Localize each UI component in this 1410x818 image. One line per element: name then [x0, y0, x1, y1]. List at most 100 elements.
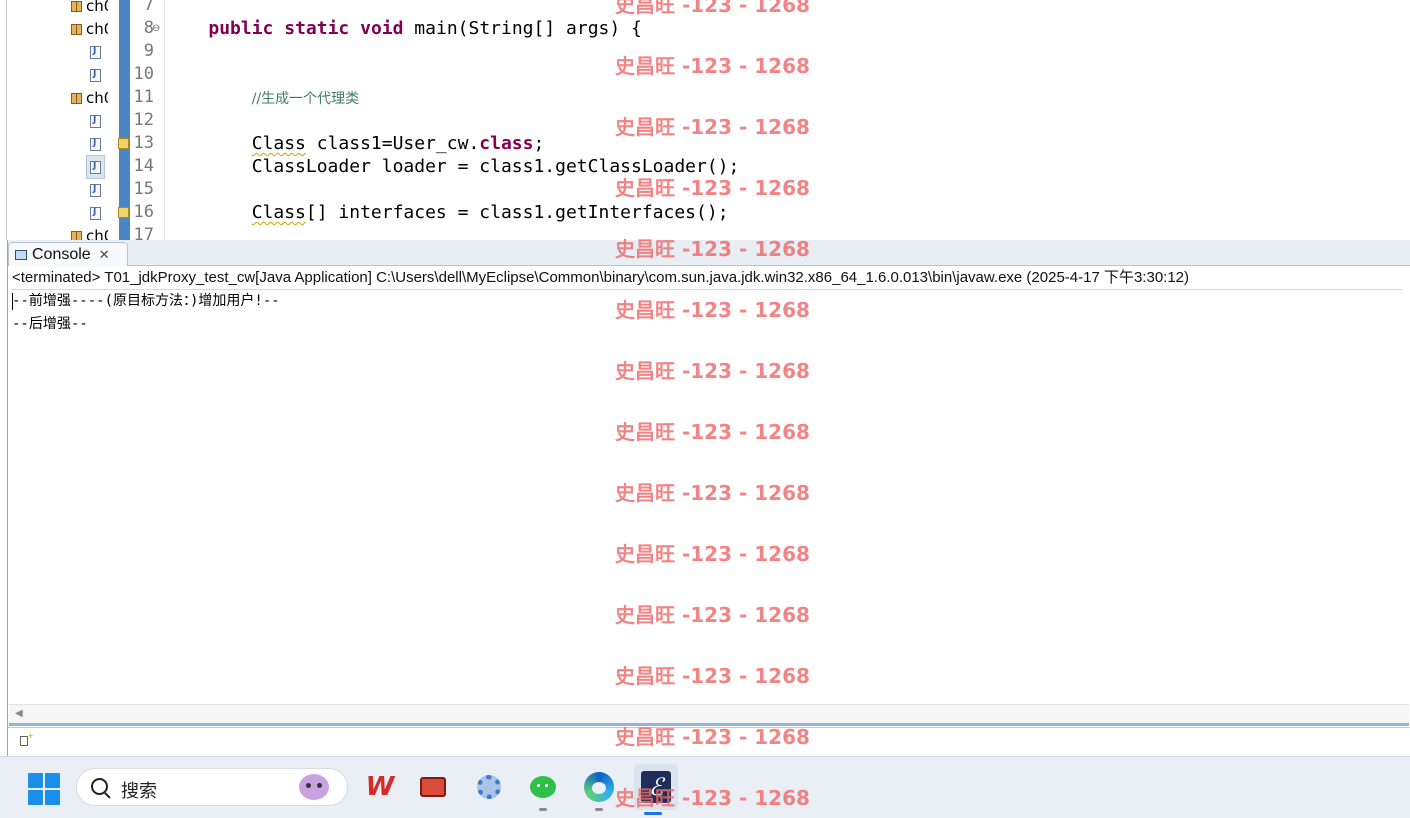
- code-token: class1=User_cw.: [305, 133, 480, 154]
- taskbar-app-myeclipse[interactable]: ℰ: [634, 764, 678, 815]
- java-file-icon: [90, 160, 101, 174]
- tree-item-java-file[interactable]: [86, 155, 105, 179]
- code-token: ;: [533, 133, 545, 154]
- taskbar-app-wechat[interactable]: [524, 768, 562, 811]
- package-icon: [70, 92, 83, 105]
- code-token: [] interfaces = class1.getInterfaces();: [305, 202, 729, 223]
- tree-item-java-file[interactable]: [90, 41, 101, 63]
- taskbar-app-edge[interactable]: [580, 768, 618, 811]
- tree-item-package[interactable]: ch0: [70, 18, 108, 40]
- horizontal-scrollbar[interactable]: ◀: [9, 704, 1409, 726]
- search-highlight-mascot-icon: [299, 774, 329, 800]
- overview-ruler: [119, 0, 130, 240]
- edge-browser-icon: [584, 772, 614, 802]
- code-keyword: public: [208, 18, 274, 39]
- package-icon: [70, 0, 83, 13]
- fold-toggle-icon[interactable]: ⊖: [152, 23, 160, 34]
- line-number: 14: [133, 156, 154, 176]
- line-number: 8: [143, 18, 154, 38]
- code-token: ClassLoader loader = class1.getClassLoad…: [165, 156, 740, 177]
- code-comment: //生成一个代理类: [251, 91, 360, 107]
- warning-marker-icon[interactable]: [118, 138, 129, 149]
- package-icon: [70, 230, 83, 240]
- console-tab-bar: Console ✕: [8, 240, 1410, 266]
- line-number: 17: [133, 225, 154, 240]
- line-number: 15: [133, 179, 154, 199]
- console-tab[interactable]: Console ✕: [8, 242, 128, 266]
- windows-logo-tile: [28, 773, 43, 788]
- active-indicator: [644, 812, 662, 815]
- insert-mode-icon: [20, 731, 33, 746]
- code-text-area[interactable]: public static void main(String[] args) {…: [165, 0, 1410, 240]
- code-token: main(String[] args) {: [403, 18, 642, 39]
- wps-office-icon: W: [365, 772, 395, 802]
- gear-icon: [477, 775, 501, 799]
- code-token: Class: [251, 202, 306, 223]
- code-line: Class[] interfaces = class1.getInterface…: [165, 201, 729, 224]
- java-file-icon: [90, 114, 101, 128]
- code-line: public static void main(String[] args) {: [165, 17, 642, 40]
- myeclipse-icon: ℰ: [641, 771, 671, 803]
- tree-item-package[interactable]: ch0: [70, 87, 108, 109]
- code-keyword: class: [479, 133, 534, 154]
- console-tab-label: Console: [32, 245, 91, 263]
- line-number: 11: [133, 87, 154, 107]
- taskbar-app-wps[interactable]: W: [361, 768, 399, 806]
- project-explorer-tree[interactable]: ch0 ch0 ch0 ch0: [0, 0, 111, 240]
- tree-item-label: ch0: [86, 227, 108, 240]
- text-caret: [12, 293, 13, 310]
- console-output-line: --后增强--: [12, 316, 88, 332]
- console-icon: [15, 249, 27, 260]
- code-line: //生成一个代理类: [165, 86, 359, 111]
- tree-item-java-file[interactable]: [90, 64, 101, 86]
- search-icon: [91, 778, 108, 795]
- start-button[interactable]: [28, 773, 60, 805]
- java-file-icon: [90, 183, 101, 197]
- taskbar-app-settings[interactable]: [470, 768, 508, 806]
- line-number: 12: [133, 110, 154, 130]
- line-number: 13: [133, 133, 154, 153]
- tree-item-label: ch0: [86, 0, 108, 15]
- console-process-description: <terminated> T01_jdkProxy_test_cw[Java A…: [12, 267, 1402, 290]
- line-number: 9: [143, 41, 154, 61]
- line-number: 10: [133, 64, 154, 84]
- code-keyword: void: [360, 18, 404, 39]
- tree-item-label: ch0: [86, 89, 108, 107]
- wechat-icon: [530, 776, 556, 798]
- java-file-icon: [90, 45, 101, 59]
- tree-item-java-file[interactable]: [90, 202, 101, 224]
- code-token: Class: [251, 133, 306, 154]
- tree-item-java-file[interactable]: [90, 133, 101, 155]
- tree-edge: [6, 0, 7, 240]
- console-output[interactable]: --前增强----(原目标方法：)增加用户!-- --后增强--: [12, 290, 1402, 700]
- search-placeholder: 搜索: [121, 781, 157, 801]
- windows-logo-tile: [45, 773, 60, 788]
- tree-item-package[interactable]: ch0: [70, 0, 108, 17]
- console-output-line: --前增强----(原目标方法：)增加用户!--: [12, 293, 280, 309]
- code-keyword: static: [284, 18, 350, 39]
- tree-item-java-file[interactable]: [90, 110, 101, 132]
- tree-item-package[interactable]: ch0: [70, 225, 108, 240]
- java-file-icon: [90, 206, 101, 220]
- running-indicator: [539, 808, 547, 811]
- code-line: ClassLoader loader = class1.getClassLoad…: [165, 155, 740, 178]
- package-icon: [70, 23, 83, 36]
- line-number: 7: [143, 0, 154, 15]
- code-editor[interactable]: ch0 ch0 ch0 ch0 7 8⊖ 9 10 11 12 13 14 15 16 17 public…: [0, 0, 1410, 240]
- running-indicator: [595, 808, 603, 811]
- tree-item-java-file[interactable]: [90, 179, 101, 201]
- close-icon[interactable]: ✕: [99, 247, 110, 263]
- console-view: Console ✕ <terminated> T01_jdkProxy_test…: [7, 240, 1410, 757]
- toolbox-icon: [420, 777, 446, 797]
- taskbar-search-box[interactable]: 搜索: [76, 768, 348, 806]
- warning-marker-icon[interactable]: [118, 207, 129, 218]
- scroll-left-icon[interactable]: ◀: [15, 708, 23, 719]
- taskbar-app-toolbox[interactable]: [414, 768, 452, 806]
- windows-logo-tile: [28, 790, 43, 805]
- code-line: Class class1=User_cw.class;: [165, 132, 545, 155]
